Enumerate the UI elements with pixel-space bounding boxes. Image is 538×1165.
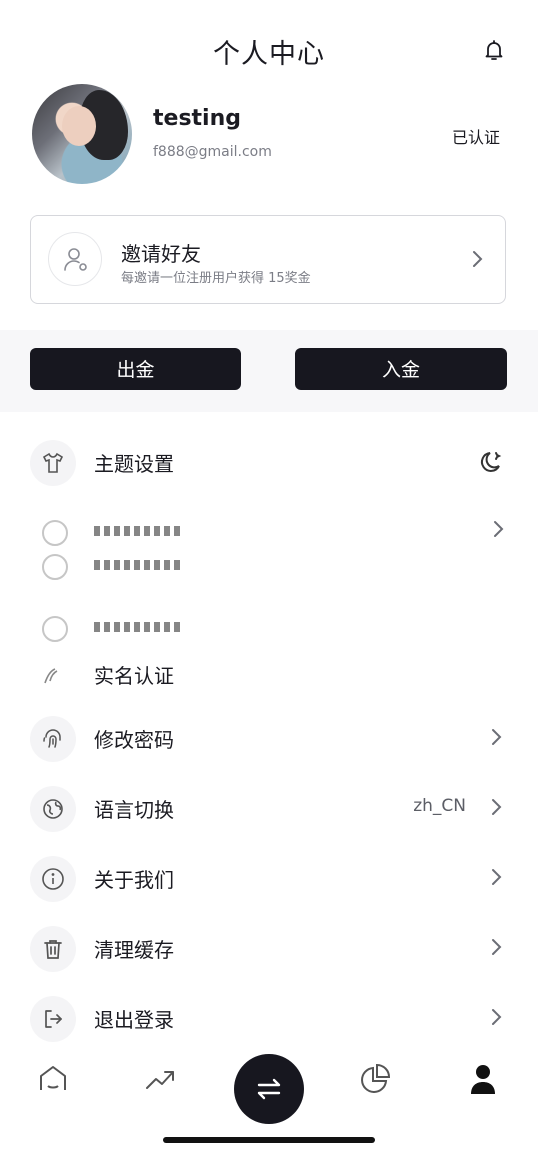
menu-change-password[interactable]: 修改密码 [30,712,508,772]
invite-friends-card[interactable]: 邀请好友 每邀请一位注册用户获得 15奖金 [30,215,506,304]
chevron-right-icon [492,729,502,745]
invite-title: 邀请好友 [121,242,201,266]
shirt-icon [30,440,76,486]
tab-bar [0,1050,538,1124]
home-indicator [163,1137,375,1143]
invite-subtitle: 每邀请一位注册用户获得 15奖金 [121,271,311,286]
verification-status: 已认证 [451,128,500,147]
deposit-button[interactable]: 入金 [295,348,507,390]
tab-profile[interactable] [466,1062,502,1098]
trend-icon [146,1071,174,1089]
menu-label: 语言切换 [94,798,174,822]
email: f888@gmail.com [153,144,272,160]
chevron-right-icon [492,939,502,955]
user-plus-icon [48,232,102,286]
profile-section: testing f888@gmail.com 已认证 [32,84,506,186]
menu-label: 关于我们 [94,868,174,892]
menu-label: 修改密码 [94,728,174,752]
menu-about[interactable]: 关于我们 [30,852,508,912]
home-icon [40,1066,66,1090]
chevron-right-icon [492,869,502,885]
trash-icon [30,926,76,972]
menu-label: 主题设置 [94,452,174,476]
menu-label: 清理缓存 [94,938,174,962]
chevron-right-icon [492,1009,502,1025]
menu-label: 退出登录 [94,1008,174,1032]
chevron-right-icon [492,799,502,815]
language-value: zh_CN [413,796,466,816]
avatar[interactable] [32,84,132,184]
logout-icon [30,996,76,1042]
blurred-row [30,548,190,582]
page-title: 个人中心 [213,39,325,70]
user-icon [471,1065,495,1094]
header: 个人中心 [0,28,538,76]
menu-kyc[interactable]: 实名认证 [30,648,508,708]
bell-icon[interactable] [482,38,506,62]
menu-clear-cache[interactable]: 清理缓存 [30,922,508,982]
exchange-icon [257,1078,281,1100]
pie-chart-icon [361,1063,391,1093]
withdraw-button[interactable]: 出金 [30,348,241,390]
username: testing [153,106,241,131]
moon-icon[interactable] [478,448,506,476]
menu-language[interactable]: 语言切换 zh_CN [30,782,508,842]
tab-market[interactable] [143,1062,179,1098]
tab-assets[interactable] [358,1062,394,1098]
chevron-right-icon [473,251,483,267]
menu-theme-settings[interactable]: 主题设置 [30,436,508,496]
tab-home[interactable] [36,1062,72,1098]
id-icon [30,652,76,698]
globe-icon [30,786,76,832]
info-icon [30,856,76,902]
blurred-row [30,610,190,644]
blurred-row [30,514,190,548]
menu-logout[interactable]: 退出登录 [30,992,508,1052]
tab-exchange[interactable] [234,1054,304,1124]
menu-label: 实名认证 [94,664,174,688]
fingerprint-icon [30,716,76,762]
chevron-right-icon [494,521,504,537]
